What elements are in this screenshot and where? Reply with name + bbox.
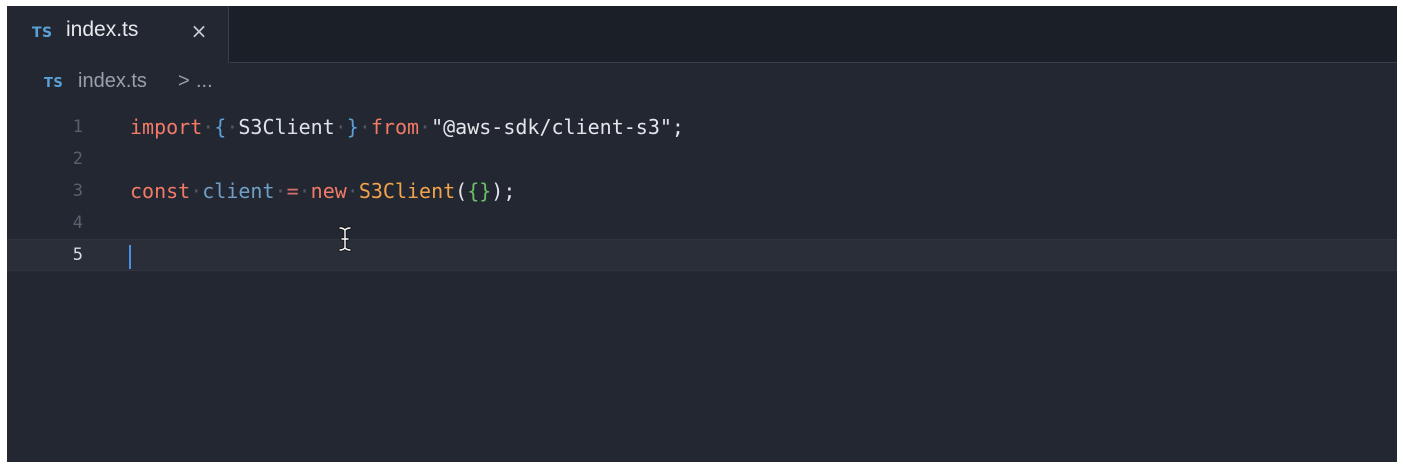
whitespace-marker: ·: [226, 115, 239, 139]
line-content: const·client·=·new·S3Client({});: [130, 175, 515, 207]
keyword-const: const: [130, 179, 191, 203]
variable-client: client: [202, 179, 275, 203]
import-name: S3Client: [238, 115, 335, 139]
assign-operator: =: [286, 179, 299, 203]
whitespace-marker: ·: [334, 115, 347, 139]
code-line-5[interactable]: 5: [7, 239, 1397, 271]
keyword-import: import: [130, 115, 203, 139]
keyword-from: from: [370, 115, 420, 139]
ibeam-cursor-icon: [338, 226, 352, 252]
semicolon: ;: [503, 179, 516, 203]
tab-bar-divider: [230, 62, 1397, 63]
keyword-new: new: [310, 179, 347, 203]
line-number-active: 5: [72, 245, 83, 265]
typescript-file-icon: TS: [44, 76, 64, 91]
whitespace-marker: ·: [202, 115, 215, 139]
code-editor[interactable]: 1 import·{·S3Client·}·from·"@aws-sdk/cli…: [7, 102, 1397, 462]
whitespace-marker: ·: [298, 179, 311, 203]
line-number: 4: [72, 213, 83, 233]
code-line-4[interactable]: 4: [7, 207, 1397, 239]
whitespace-marker: ·: [190, 179, 203, 203]
code-line-3[interactable]: 3 const·client·=·new·S3Client({});: [7, 175, 1397, 207]
whitespace-marker: ·: [419, 115, 432, 139]
breadcrumb-file[interactable]: index.ts: [78, 70, 147, 93]
chevron-right-icon: >: [178, 70, 190, 92]
line-number: 2: [72, 149, 83, 169]
whitespace-marker: ·: [358, 115, 371, 139]
close-brace: }: [346, 115, 359, 139]
line-number: 1: [72, 117, 83, 137]
tab-title: index.ts: [66, 18, 139, 41]
close-icon[interactable]: ×: [187, 16, 211, 46]
whitespace-marker: ·: [346, 179, 359, 203]
whitespace-marker: ·: [274, 179, 287, 203]
breadcrumb-more[interactable]: ...: [196, 70, 213, 93]
class-name: S3Client: [358, 179, 456, 203]
object-literal: {}: [467, 179, 492, 203]
typescript-file-icon: TS: [32, 25, 53, 41]
tab-index-ts[interactable]: TS index.ts ×: [7, 6, 229, 63]
open-paren: (: [455, 179, 468, 203]
code-editor-window: TS index.ts × TS index.ts > ... 1 import…: [7, 6, 1397, 462]
line-number: 3: [72, 181, 83, 201]
module-string: "@aws-sdk/client-s3": [431, 115, 672, 139]
open-brace: {: [214, 115, 227, 139]
semicolon: ;: [671, 115, 684, 139]
code-line-2[interactable]: 2: [7, 143, 1397, 175]
code-line-1[interactable]: 1 import·{·S3Client·}·from·"@aws-sdk/cli…: [7, 111, 1397, 143]
text-cursor: [129, 245, 131, 269]
line-content: import·{·S3Client·}·from·"@aws-sdk/clien…: [130, 111, 684, 143]
close-paren: ): [491, 179, 504, 203]
